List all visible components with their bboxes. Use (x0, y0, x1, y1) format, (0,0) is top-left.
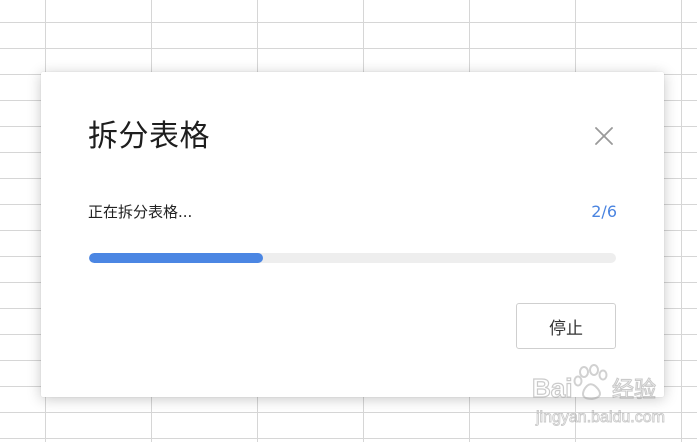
svg-text:Bai: Bai (532, 373, 572, 403)
split-table-dialog: 拆分表格 正在拆分表格... 2/6 停止 (41, 72, 664, 397)
baidu-jingyan-watermark: Bai 经验 jingyan.baidu.com (528, 362, 688, 436)
progress-status-text: 正在拆分表格... (88, 203, 193, 221)
svg-text:经验: 经验 (612, 378, 656, 403)
svg-text:jingyan.baidu.com: jingyan.baidu.com (535, 409, 665, 426)
progress-bar (89, 253, 616, 263)
dialog-title: 拆分表格 (88, 119, 210, 154)
close-icon (595, 127, 613, 145)
close-button[interactable] (591, 123, 617, 149)
stop-button[interactable]: 停止 (516, 303, 616, 349)
progress-bar-fill (89, 253, 263, 263)
progress-count: 2/6 (591, 202, 617, 221)
